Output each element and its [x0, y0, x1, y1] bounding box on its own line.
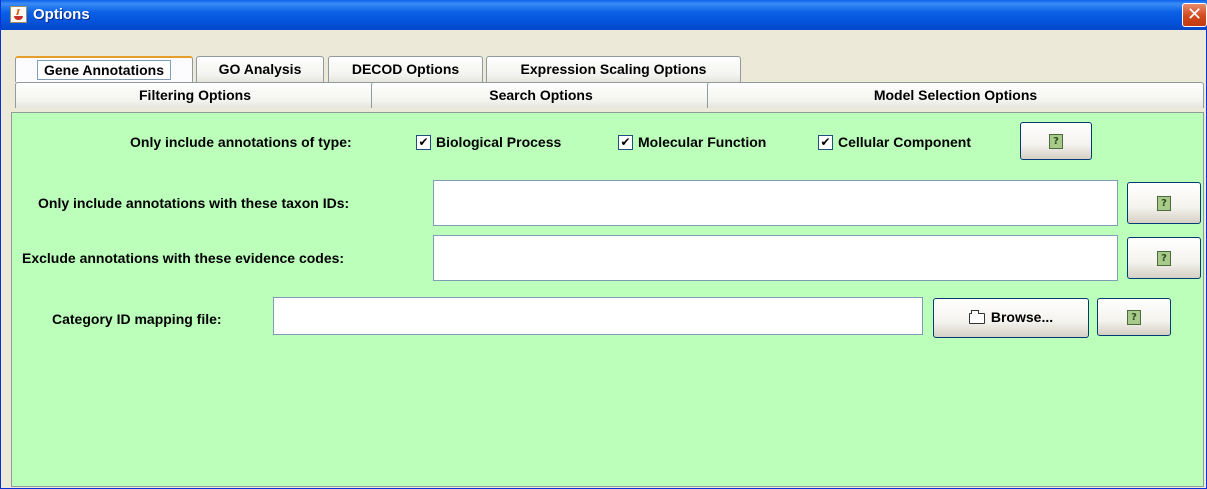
tab-model-selection-options[interactable]: Model Selection Options [707, 82, 1204, 108]
mapping-file-input[interactable] [273, 297, 923, 335]
annotation-type-help-button[interactable]: ? [1020, 122, 1092, 160]
options-window: Options ✕ Gene Annotations GO Analysis D… [0, 0, 1207, 489]
tab-expression-scaling-options[interactable]: Expression Scaling Options [486, 56, 741, 82]
browse-button-label: Browse... [990, 309, 1054, 325]
tab-decod-options[interactable]: DECOD Options [328, 56, 483, 82]
tab-go-analysis[interactable]: GO Analysis [196, 56, 324, 82]
cellular-component-checkbox[interactable]: ✔ [818, 135, 833, 150]
taxon-ids-input[interactable] [433, 180, 1118, 226]
tab-search-options-label: Search Options [489, 87, 593, 103]
molecular-function-checkbox[interactable]: ✔ [618, 135, 633, 150]
check-icon: ✔ [820, 135, 831, 149]
folder-icon [968, 309, 985, 324]
java-app-icon [10, 6, 27, 23]
evidence-codes-label: Exclude annotations with these evidence … [22, 250, 345, 266]
tab-gene-annotations-label: Gene Annotations [36, 60, 172, 80]
tab-gene-annotations[interactable]: Gene Annotations [15, 56, 193, 82]
molecular-function-label[interactable]: Molecular Function [638, 134, 766, 150]
taxon-ids-label: Only include annotations with these taxo… [38, 195, 350, 211]
annotation-type-label: Only include annotations of type: [130, 134, 352, 150]
help-icon: ? [1157, 250, 1171, 266]
gene-annotations-panel: Only include annotations of type: ✔ Biol… [11, 112, 1204, 487]
evidence-codes-input[interactable] [433, 235, 1118, 281]
tab-model-selection-options-label: Model Selection Options [873, 87, 1038, 103]
mapping-file-label: Category ID mapping file: [52, 311, 222, 327]
tab-filtering-options[interactable]: Filtering Options [15, 82, 375, 108]
close-icon: ✕ [1186, 4, 1203, 25]
close-button[interactable]: ✕ [1182, 3, 1207, 27]
browse-button[interactable]: Browse... [933, 298, 1089, 338]
tab-go-analysis-label: GO Analysis [218, 61, 302, 77]
check-icon: ✔ [620, 135, 631, 149]
cellular-component-label[interactable]: Cellular Component [838, 134, 971, 150]
help-icon: ? [1049, 133, 1063, 149]
biological-process-checkbox[interactable]: ✔ [416, 135, 431, 150]
help-icon: ? [1127, 309, 1141, 325]
evidence-codes-help-button[interactable]: ? [1127, 237, 1201, 279]
biological-process-label[interactable]: Biological Process [436, 134, 561, 150]
mapping-file-help-button[interactable]: ? [1097, 298, 1171, 336]
taxon-ids-help-button[interactable]: ? [1127, 182, 1201, 224]
window-title: Options [33, 6, 90, 23]
tab-decod-options-label: DECOD Options [351, 61, 460, 77]
title-bar[interactable]: Options ✕ [1, 0, 1207, 30]
help-icon: ? [1157, 195, 1171, 211]
tab-expression-scaling-options-label: Expression Scaling Options [520, 61, 707, 77]
tab-search-options[interactable]: Search Options [371, 82, 711, 108]
check-icon: ✔ [418, 135, 429, 149]
tab-filtering-options-label: Filtering Options [139, 87, 251, 103]
